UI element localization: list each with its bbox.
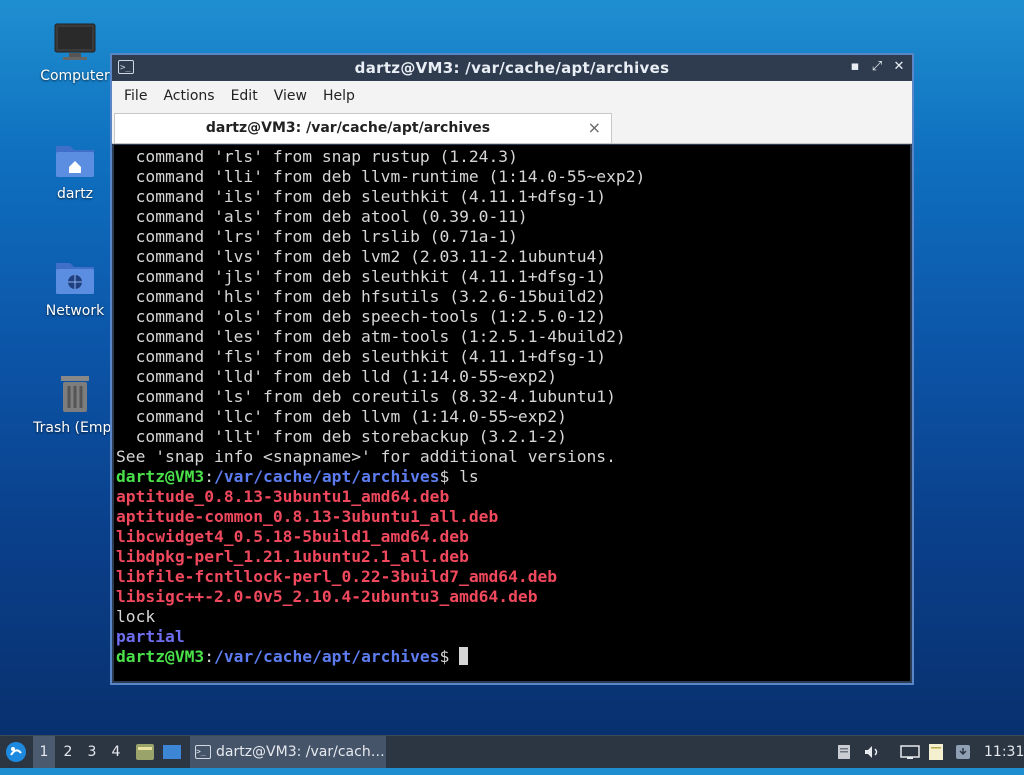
terminal-line: command 'hls' from deb hfsutils (3.2.6-1…: [116, 287, 607, 306]
prompt-path: /var/cache/apt/archives: [214, 467, 440, 486]
terminal-line: command 'lrs' from deb lrslib (0.71a-1): [116, 227, 518, 246]
workspace-1[interactable]: 1: [33, 736, 55, 768]
tab-label: dartz@VM3: /var/cache/apt/archives: [205, 120, 491, 136]
terminal-line: command 'jls' from deb sleuthkit (4.11.1…: [116, 267, 607, 286]
terminal-output[interactable]: command 'rls' from snap rustup (1.24.3) …: [114, 145, 910, 681]
terminal-line: command 'ils' from deb sleuthkit (4.11.1…: [116, 187, 607, 206]
monitor-icon: [53, 22, 97, 62]
prompt-separator: :: [204, 647, 215, 666]
trash-icon: [53, 374, 97, 414]
desktop-icon-label: Trash (Empt: [33, 420, 117, 436]
clock[interactable]: 11:31: [984, 736, 1024, 768]
deb-file: aptitude-common_0.8.13-3ubuntu1_all.deb: [116, 507, 499, 526]
minimize-button[interactable]: ▪: [846, 58, 864, 76]
taskbar-terminal-task[interactable]: >_ dartz@VM3: /var/cach…: [190, 736, 386, 768]
typed-command: ls: [459, 467, 479, 486]
terminal-line: command 'fls' from deb sleuthkit (4.11.1…: [116, 347, 607, 366]
show-desktop-launcher[interactable]: [161, 736, 183, 768]
menu-view[interactable]: View: [266, 81, 315, 111]
menu-edit[interactable]: Edit: [223, 81, 266, 111]
prompt-end: $: [439, 647, 460, 666]
desktop-icon-label: Network: [45, 303, 105, 319]
desktop-icon-computer[interactable]: Computer: [27, 22, 123, 84]
menu-help[interactable]: Help: [315, 81, 363, 111]
network-folder-icon: [53, 257, 97, 297]
prompt-user: dartz@VM3: [116, 647, 205, 666]
maximize-button[interactable]: ⤢: [868, 58, 886, 76]
menu-bar: File Actions Edit View Help: [112, 81, 912, 111]
menu-actions[interactable]: Actions: [155, 81, 222, 111]
prompt-separator: :: [204, 467, 215, 486]
desktop-icon-label: Computer: [40, 68, 110, 84]
desktop-icon-home[interactable]: dartz: [27, 140, 123, 202]
terminal-window: >_ dartz@VM3: /var/cache/apt/archives ▪ …: [110, 53, 914, 685]
terminal-tab[interactable]: dartz@VM3: /var/cache/apt/archives ×: [114, 113, 612, 143]
deb-file: libsigc++-2.0-0v5_2.10.4-2ubuntu3_amd64.…: [116, 587, 538, 606]
terminal-line: command 'ls' from deb coreutils (8.32-4.…: [116, 387, 616, 406]
terminal-line: command 'llc' from deb llvm (1:14.0-55~e…: [116, 407, 567, 426]
file-manager-launcher[interactable]: [134, 736, 156, 768]
workspace-3[interactable]: 3: [81, 736, 103, 768]
window-titlebar[interactable]: >_ dartz@VM3: /var/cache/apt/archives ▪ …: [112, 55, 912, 81]
volume-icon[interactable]: [863, 744, 881, 760]
prompt-end: $: [439, 467, 460, 486]
prompt-path: /var/cache/apt/archives: [214, 647, 440, 666]
tab-bar: dartz@VM3: /var/cache/apt/archives ×: [112, 111, 912, 144]
deb-file: libfile-fcntllock-perl_0.22-3build7_amd6…: [116, 567, 558, 586]
deb-file: aptitude_0.8.13-3ubuntu1_amd64.deb: [116, 487, 450, 506]
clipboard-icon[interactable]: [836, 744, 852, 760]
terminal-line: command 'als' from deb atool (0.39.0-11): [116, 207, 528, 226]
taskbar: 1 2 3 4 >_ dartz@VM3: /var/cach… 11:31: [0, 735, 1024, 768]
show-desktop-icon: [163, 745, 181, 759]
deb-file: libdpkg-perl_1.21.1ubuntu2.1_all.deb: [116, 547, 469, 566]
terminal-icon: >_: [195, 745, 211, 759]
snap-hint-line: See 'snap info <snapname>' for additiona…: [116, 447, 616, 466]
terminal-line: command 'lli' from deb llvm-runtime (1:1…: [116, 167, 646, 186]
network-icon[interactable]: [900, 744, 920, 760]
terminal-line: command 'les' from deb atm-tools (1:2.5.…: [116, 327, 626, 346]
desktop-icon-label: dartz: [56, 186, 94, 202]
tab-close-icon[interactable]: ×: [588, 118, 601, 137]
notes-icon[interactable]: [927, 743, 945, 761]
file-manager-icon: [136, 744, 154, 760]
directory-entry: partial: [116, 627, 185, 646]
workspace-4[interactable]: 4: [105, 736, 127, 768]
terminal-line: command 'lvs' from deb lvm2 (2.03.11-2.1…: [116, 247, 607, 266]
text-cursor: [459, 647, 469, 665]
desktop-icon-network[interactable]: Network: [27, 257, 123, 319]
terminal-line: command 'rls' from snap rustup (1.24.3): [116, 147, 518, 166]
terminal-line: command 'llt' from deb storebackup (3.2.…: [116, 427, 567, 446]
home-folder-icon: [53, 140, 97, 180]
lubuntu-logo-icon: [6, 742, 26, 762]
file-entry: lock: [116, 607, 156, 626]
deb-file: libcwidget4_0.5.18-5build1_amd64.deb: [116, 527, 469, 546]
workspace-2[interactable]: 2: [57, 736, 79, 768]
prompt-user: dartz@VM3: [116, 467, 205, 486]
task-label: dartz@VM3: /var/cach…: [216, 744, 385, 760]
terminal-line: command 'ols' from deb speech-tools (1:2…: [116, 307, 607, 326]
start-menu-button[interactable]: [2, 736, 30, 768]
terminal-line: command 'lld' from deb lld (1:14.0-55~ex…: [116, 367, 558, 386]
system-tray: 11:31: [834, 736, 1024, 768]
desktop-icon-trash[interactable]: Trash (Empt: [27, 374, 123, 436]
close-button[interactable]: ✕: [890, 58, 908, 76]
window-title: dartz@VM3: /var/cache/apt/archives: [354, 59, 670, 77]
updates-icon[interactable]: [954, 743, 972, 761]
menu-file[interactable]: File: [116, 81, 155, 111]
